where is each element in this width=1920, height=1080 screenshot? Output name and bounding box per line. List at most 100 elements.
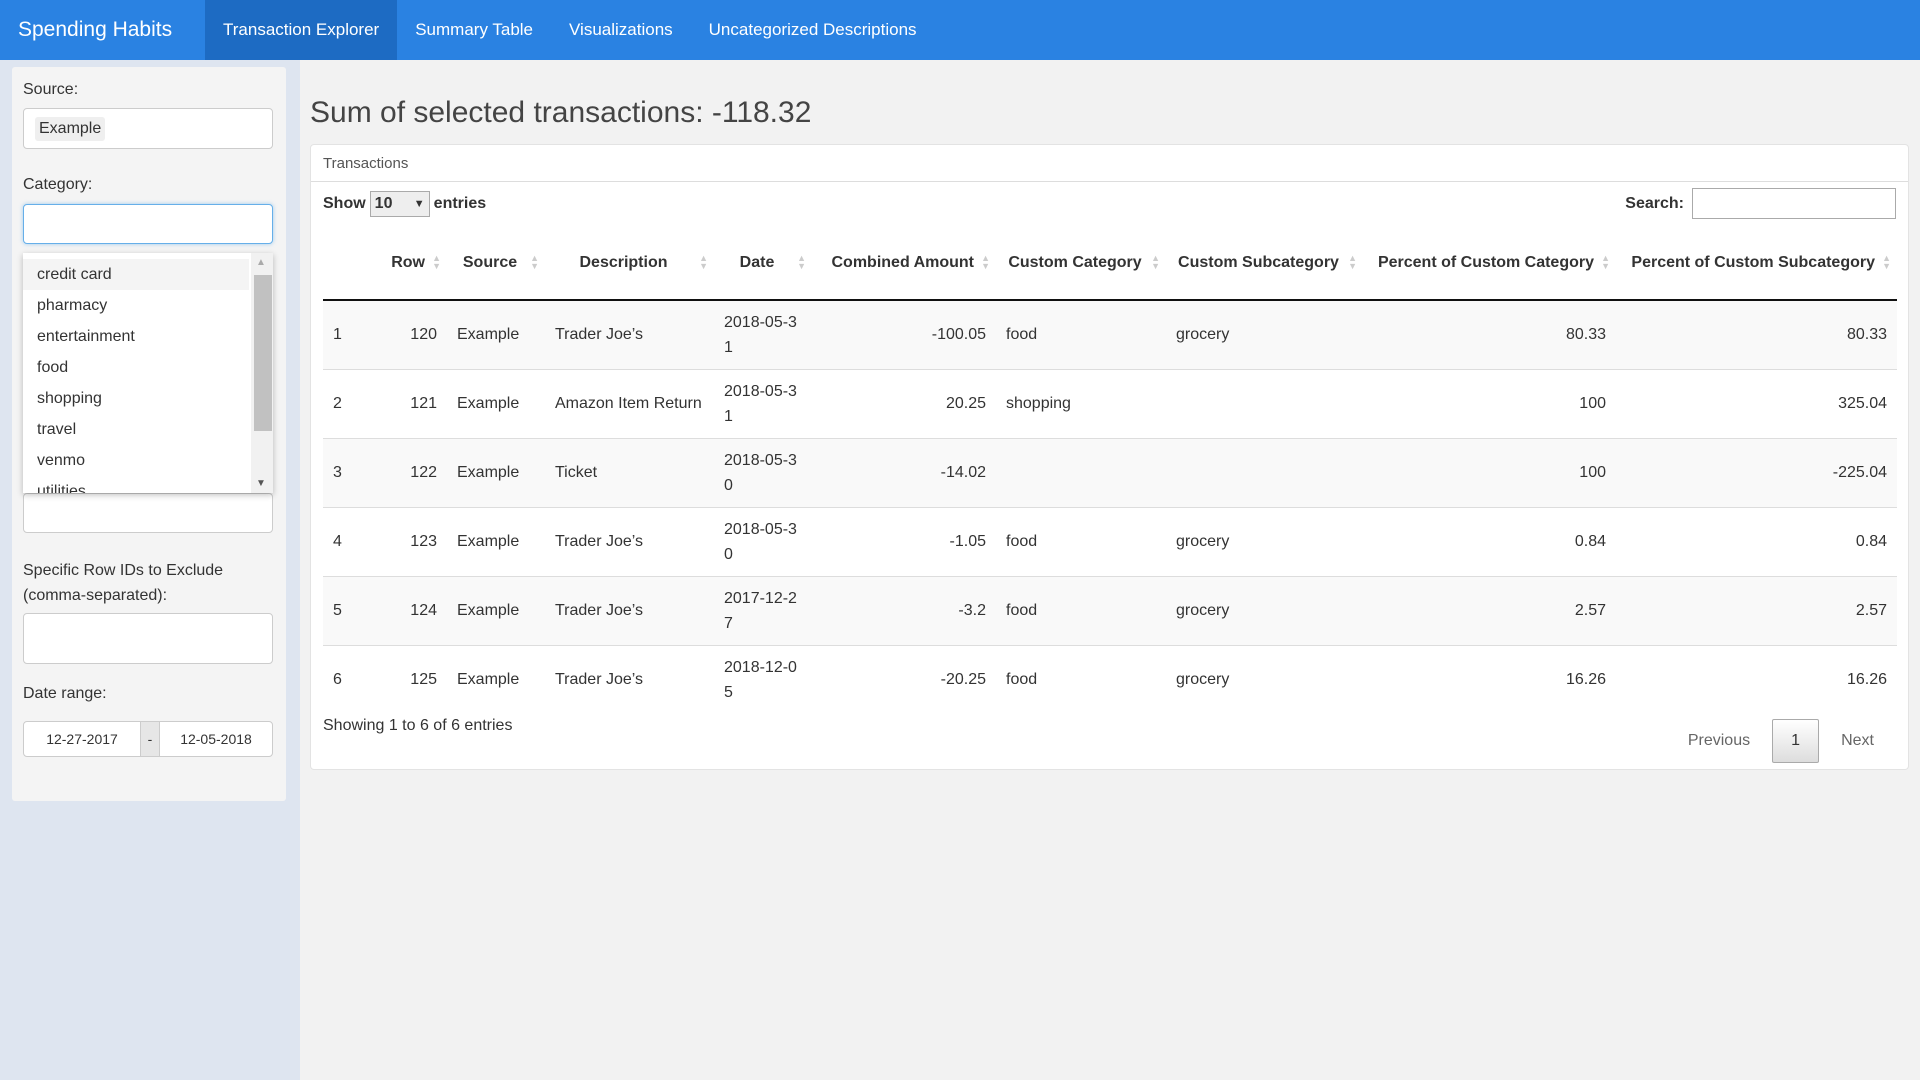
- sort-icon: ▲ ▼: [699, 253, 708, 271]
- dropdown-scrollbar[interactable]: ▲ ▼: [251, 253, 273, 493]
- table-cell: 325.04: [1616, 368, 1897, 438]
- tab-transaction-explorer[interactable]: Transaction Explorer: [205, 0, 398, 60]
- table-cell: 2018-05-30: [714, 506, 812, 576]
- table-row[interactable]: 4 123 Example Trader Joe’s 2018-05-30 -1.05 fo…: [323, 506, 1897, 576]
- column-header[interactable]: Custom Category ▲ ▼: [996, 225, 1166, 301]
- table-cell: food: [996, 575, 1166, 645]
- entries-select[interactable]: 10 ▼: [369, 191, 430, 217]
- brand[interactable]: Spending Habits: [0, 0, 205, 60]
- table-cell: grocery: [1166, 644, 1363, 714]
- table-cell: food: [996, 644, 1166, 714]
- column-header-label: Combined Amount: [831, 253, 975, 271]
- category-option[interactable]: utilities: [23, 476, 249, 493]
- date-separator: -: [140, 722, 160, 756]
- previous-button[interactable]: Previous: [1666, 732, 1772, 750]
- table-cell: 20.25: [812, 368, 996, 438]
- table-row[interactable]: 1 120 Example Trader Joe’s 2018-05-31 -100.05…: [323, 299, 1897, 369]
- category-input[interactable]: [23, 204, 273, 244]
- column-header-label: Description: [579, 253, 668, 271]
- table-cell: 122: [373, 437, 447, 507]
- date-start-input[interactable]: 12-27-2017: [24, 722, 140, 756]
- scroll-down-icon[interactable]: ▼: [256, 478, 266, 489]
- date-end-input[interactable]: 12-05-2018: [160, 722, 272, 756]
- table-row[interactable]: 2 121 Example Amazon Item Return 2018-05-31 2…: [323, 368, 1897, 438]
- column-header[interactable]: Custom Subcategory ▲ ▼: [1166, 225, 1363, 301]
- table-row[interactable]: 3 122 Example Ticket 2018-05-30 -14.02 100 -225…: [323, 437, 1897, 507]
- scrollbar-thumb[interactable]: [254, 275, 272, 431]
- table-info: Showing 1 to 6 of 6 entries: [323, 717, 513, 734]
- exclude-input[interactable]: [23, 613, 273, 664]
- page-1-button[interactable]: 1: [1772, 719, 1820, 763]
- column-header[interactable]: Combined Amount ▲ ▼: [812, 225, 996, 301]
- table-cell: 2: [323, 368, 373, 438]
- table-cell: -14.02: [812, 437, 996, 507]
- table-cell: 100: [1363, 368, 1616, 438]
- exclude-label: Specific Row IDs to Exclude (comma-separ…: [23, 562, 224, 604]
- column-header-label: Custom Category: [1008, 253, 1142, 271]
- table-row[interactable]: 6 125 Example Trader Joe’s 2018-12-05 -20.25 f…: [323, 644, 1897, 714]
- table-cell: grocery: [1166, 506, 1363, 576]
- subcategory-input[interactable]: [23, 493, 273, 533]
- table-cell: Amazon Item Return: [545, 368, 714, 438]
- navbar: Spending Habits Transaction Explorer Sum…: [0, 0, 1920, 60]
- table-cell: Trader Joe’s: [545, 506, 714, 576]
- source-chip[interactable]: Example: [35, 117, 106, 141]
- sort-icon: ▲ ▼: [981, 253, 990, 271]
- sort-icon: ▲ ▼: [1151, 253, 1160, 271]
- entries-label: entries: [433, 195, 487, 212]
- category-dropdown: credit card pharmacy entertainment food …: [23, 253, 273, 493]
- tab-visualizations[interactable]: Visualizations: [551, 0, 691, 60]
- transactions-table: Row ▲ ▼ Source ▲ ▼ Description ▲ ▼ Date ▲ ▼ Combined…: [323, 225, 1897, 714]
- column-header-label: Custom Subcategory: [1178, 253, 1339, 271]
- table-cell: [1166, 368, 1363, 438]
- category-option[interactable]: travel: [23, 414, 249, 445]
- column-header[interactable]: Date ▲ ▼: [714, 225, 812, 301]
- table-cell: 16.26: [1363, 644, 1616, 714]
- column-header[interactable]: Percent of Custom Subcategory ▲ ▼: [1616, 225, 1897, 301]
- table-cell: 80.33: [1616, 299, 1897, 369]
- table-cell: 1: [323, 299, 373, 369]
- category-option[interactable]: pharmacy: [23, 290, 249, 321]
- date-range: 12-27-2017 - 12-05-2018: [23, 721, 273, 757]
- entries-length: Show 10 ▼ entries: [323, 191, 486, 217]
- category-option[interactable]: shopping: [23, 383, 249, 414]
- table-cell: Trader Joe’s: [545, 644, 714, 714]
- sort-icon: ▲ ▼: [530, 253, 539, 271]
- tab-uncategorized-descriptions[interactable]: Uncategorized Descriptions: [691, 0, 935, 60]
- scroll-up-icon[interactable]: ▲: [256, 257, 266, 268]
- category-option[interactable]: credit card: [23, 259, 249, 290]
- table-cell: -225.04: [1616, 437, 1897, 507]
- category-option[interactable]: food: [23, 352, 249, 383]
- table-cell: -1.05: [812, 506, 996, 576]
- table-cell: 123: [373, 506, 447, 576]
- sidebar: Source: Example Category: credit card ph…: [0, 60, 300, 1080]
- tab-summary-table[interactable]: Summary Table: [397, 0, 551, 60]
- category-option[interactable]: venmo: [23, 445, 249, 476]
- table-cell: 2018-05-31: [714, 299, 812, 369]
- table-cell: Example: [447, 368, 545, 438]
- table-cell: [996, 437, 1166, 507]
- column-header[interactable]: Source ▲ ▼: [447, 225, 545, 301]
- column-header[interactable]: Row ▲ ▼: [373, 225, 447, 301]
- column-header-label: Percent of Custom Subcategory: [1631, 253, 1875, 271]
- source-select[interactable]: Example: [23, 108, 273, 149]
- table-cell: 4: [323, 506, 373, 576]
- table-cell: grocery: [1166, 299, 1363, 369]
- table-cell: Example: [447, 437, 545, 507]
- next-button[interactable]: Next: [1819, 732, 1896, 750]
- table-cell: -20.25: [812, 644, 996, 714]
- column-header[interactable]: Percent of Custom Category ▲ ▼: [1363, 225, 1616, 301]
- table-cell: -3.2: [812, 575, 996, 645]
- sort-icon: ▲ ▼: [1348, 253, 1357, 271]
- column-header[interactable]: Description ▲ ▼: [545, 225, 714, 301]
- search-input[interactable]: [1692, 188, 1896, 219]
- table-cell: Trader Joe’s: [545, 575, 714, 645]
- column-header-label: Source: [462, 253, 518, 271]
- table-cell: 2.57: [1363, 575, 1616, 645]
- table-cell: 125: [373, 644, 447, 714]
- table-cell: Ticket: [545, 437, 714, 507]
- caret-down-icon: ▼: [413, 198, 425, 210]
- column-header[interactable]: [323, 225, 373, 301]
- table-row[interactable]: 5 124 Example Trader Joe’s 2017-12-27 -3.2 foo…: [323, 575, 1897, 645]
- category-option[interactable]: entertainment: [23, 321, 249, 352]
